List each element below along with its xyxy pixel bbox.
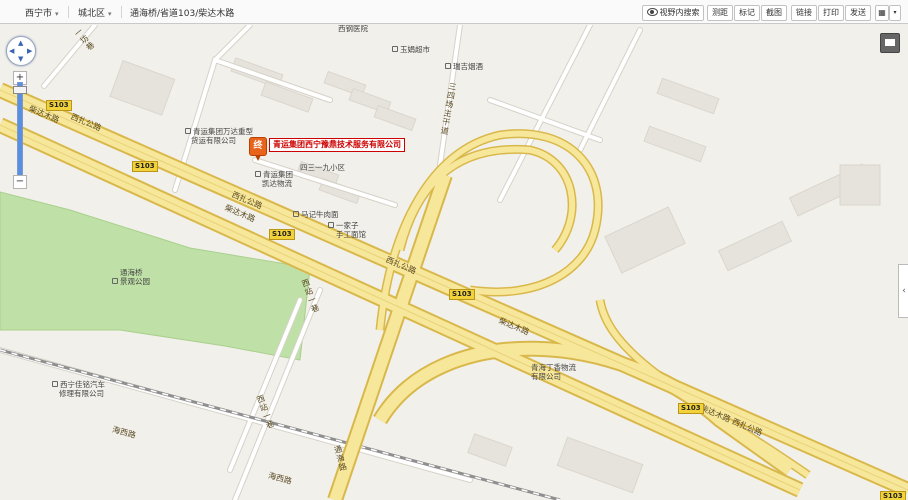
result-label[interactable]: 青运集团西宁豫鼎技术服务有限公司 <box>269 138 405 152</box>
pan-control[interactable]: ▲ ▼ ◀ ▶ <box>6 36 36 66</box>
poi-label[interactable]: 瑞吉烟酒 <box>445 62 483 71</box>
city-selector[interactable]: 西宁市 ▾ <box>25 6 59 19</box>
fork-knife-icon <box>328 222 334 228</box>
route-shield: S103 <box>46 100 72 111</box>
route-shield: S103 <box>132 161 158 172</box>
poi-label[interactable]: 西宁佳铭汽车 <box>52 380 105 389</box>
route-shield: S103 <box>449 289 475 300</box>
arrow-right-icon[interactable]: ▶ <box>27 47 32 55</box>
poi-label[interactable]: 玉娟超市 <box>392 45 430 54</box>
poi-label[interactable]: 有限公司 <box>531 372 561 381</box>
map-toolbar: 西宁市 ▾ 城北区 ▾ 通海桥/省道103/柴达木路 视野内搜索 测距 标记 截图 … <box>0 0 908 24</box>
poi-icon <box>52 381 58 387</box>
divider <box>121 6 122 18</box>
poi-icon <box>392 46 398 52</box>
divider <box>68 6 69 18</box>
poi-label[interactable]: 景观公园 <box>112 277 150 286</box>
poi-label[interactable]: 马记牛肉面 <box>293 210 339 219</box>
chevron-down-icon[interactable]: ▾ <box>889 5 901 21</box>
folder-icon[interactable] <box>880 33 900 53</box>
poi-label[interactable]: 西钢医院 <box>338 25 368 33</box>
fork-knife-icon <box>293 211 299 217</box>
arrow-up-icon[interactable]: ▲ <box>18 39 23 47</box>
map-layer-icon[interactable]: ▦ <box>875 5 889 21</box>
eye-icon <box>646 8 658 16</box>
screenshot-button[interactable]: 截图 <box>761 5 787 21</box>
poi-icon <box>255 171 261 177</box>
ranging-button[interactable]: 测距 <box>707 5 733 21</box>
zoom-handle[interactable] <box>13 86 27 94</box>
park-area <box>0 191 311 361</box>
poi-label[interactable]: 通海桥 <box>120 268 143 277</box>
print-button[interactable]: 打印 <box>818 5 844 21</box>
poi-label[interactable]: 四三一九小区 <box>300 163 345 172</box>
poi-icon <box>185 128 191 134</box>
tree-icon <box>112 278 118 284</box>
mark-button[interactable]: 标记 <box>734 5 760 21</box>
map-canvas[interactable]: 终 青运集团西宁豫鼎技术服务有限公司 西钢医院 玉娟超市 瑞吉烟酒 青运集团万达… <box>0 25 908 500</box>
poi-label[interactable]: 一家子 <box>328 221 359 230</box>
poi-label[interactable]: 青运集团 <box>255 170 293 179</box>
zoom-slider[interactable] <box>17 82 23 176</box>
arrow-left-icon[interactable]: ◀ <box>9 47 14 55</box>
district-selector[interactable]: 城北区 ▾ <box>78 6 112 19</box>
poi-label[interactable]: 青海丁香物流 <box>531 363 576 372</box>
side-panel-toggle[interactable]: ‹ <box>898 264 908 318</box>
address-breadcrumb: 通海桥/省道103/柴达木路 <box>130 9 235 19</box>
link-button[interactable]: 链接 <box>791 5 817 21</box>
route-shield: S103 <box>269 229 295 240</box>
poi-label[interactable]: 青运集团万达重型 <box>185 127 253 136</box>
poi-label[interactable]: 修理有限公司 <box>59 389 104 398</box>
zoom-out-button[interactable]: − <box>13 175 27 189</box>
route-shield: S103 <box>678 403 704 414</box>
route-shield: S103 <box>880 491 906 500</box>
view-search-button[interactable]: 视野内搜索 <box>642 5 704 21</box>
poi-label[interactable]: 手工面馆 <box>336 230 366 239</box>
arrow-down-icon[interactable]: ▼ <box>18 55 23 63</box>
poi-icon <box>445 63 451 69</box>
poi-label[interactable]: 货运有限公司 <box>191 136 236 145</box>
destination-marker[interactable]: 终 <box>249 137 267 161</box>
poi-label[interactable]: 凯达物流 <box>262 179 292 188</box>
send-button[interactable]: 发送 <box>845 5 871 21</box>
